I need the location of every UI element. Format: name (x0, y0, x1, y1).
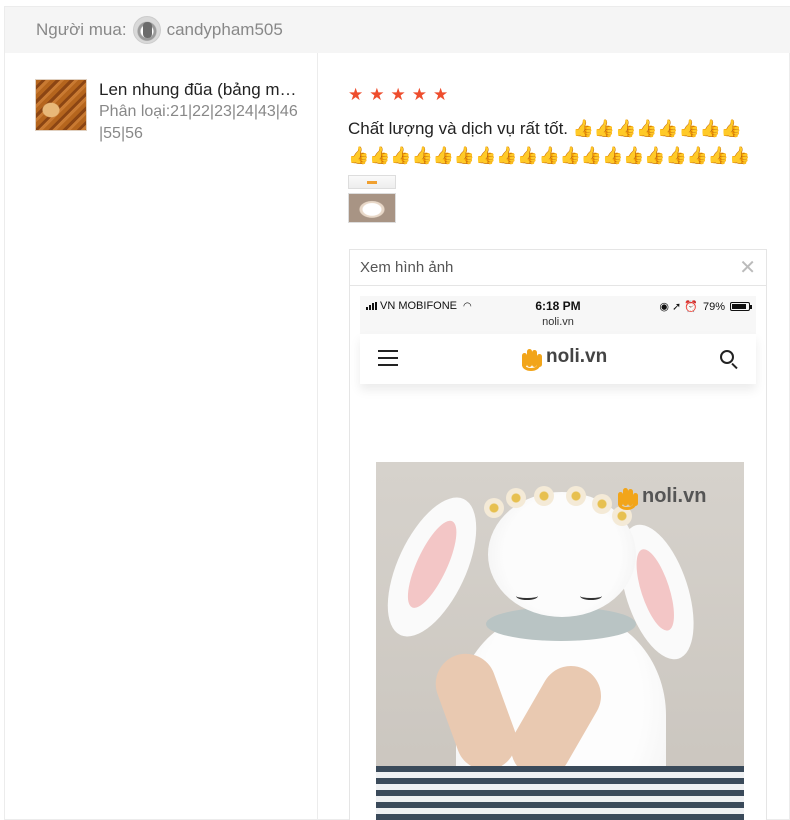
rating-stars: ★ ★ ★ ★ ★ (348, 85, 768, 105)
review-thumbnails (348, 175, 768, 223)
image-viewer-header: Xem hình ảnh ✕ (350, 250, 766, 286)
flower-crown (476, 486, 636, 526)
watermark-text: noli.vn (642, 484, 707, 507)
product-variant: Phân loại:21|22|23|24|43|46|55|56 (99, 103, 298, 142)
striped-shirt (376, 766, 744, 820)
battery-percent: 79% (702, 300, 725, 313)
star-icon: ★ (411, 85, 427, 104)
search-icon (720, 350, 734, 364)
image-viewer: Xem hình ảnh ✕ VN MOBIFONE ◠ 6:18 PM nol… (349, 249, 767, 820)
star-icon: ★ (433, 85, 449, 104)
product-photo: noli.vn (376, 462, 744, 820)
close-icon[interactable]: ✕ (739, 258, 756, 278)
buyer-label: Người mua: (36, 20, 127, 39)
buyer-bar: Người mua: candypham505 (5, 7, 790, 53)
review-photo: VN MOBIFONE ◠ 6:18 PM noli.vn ◉ ➚ ⏰ 79% (360, 296, 756, 820)
product-item[interactable]: Len nhung đũa (bảng màu 1) Phân loại:21|… (35, 79, 305, 145)
hand-logo-icon (616, 482, 640, 510)
site-logo: noli.vn (520, 343, 607, 371)
review-content: ★ ★ ★ ★ ★ Chất lượng và dịch vụ rất tốt.… (348, 85, 768, 223)
product-name[interactable]: Len nhung đũa (bảng màu 1) (99, 79, 299, 101)
photo-watermark: noli.vn (616, 482, 706, 510)
review-thumbnail-selected[interactable] (348, 193, 396, 223)
review-text: Chất lượng và dịch vụ rất tốt. 👍👍👍👍👍👍👍👍👍… (348, 119, 751, 165)
bunny-eye (580, 592, 602, 600)
review-thumbnail[interactable] (348, 175, 396, 189)
status-icons: ◉ ➚ ⏰ 79% (659, 300, 752, 313)
star-icon: ★ (348, 85, 364, 104)
menu-icon (378, 350, 398, 366)
hand-logo-icon (520, 343, 544, 371)
battery-icon (730, 302, 752, 311)
star-icon: ★ (390, 85, 406, 104)
phone-url: noli.vn (542, 316, 574, 328)
review-card: Người mua: candypham505 Len nhung đũa (b… (4, 6, 790, 820)
column-divider (317, 53, 318, 820)
star-icon: ★ (369, 85, 385, 104)
phone-status-bar: VN MOBIFONE ◠ 6:18 PM noli.vn ◉ ➚ ⏰ 79% (360, 296, 756, 334)
product-info: Len nhung đũa (bảng màu 1) Phân loại:21|… (99, 79, 299, 145)
site-logo-text: noli.vn (546, 346, 608, 367)
status-glyphs: ◉ ➚ ⏰ (659, 301, 698, 313)
buyer-username[interactable]: candypham505 (167, 20, 283, 40)
site-header: noli.vn (360, 334, 756, 384)
avatar[interactable] (132, 16, 161, 44)
product-thumbnail[interactable] (35, 79, 87, 131)
image-viewer-title: Xem hình ảnh (360, 259, 454, 276)
bunny-eye (516, 592, 538, 600)
